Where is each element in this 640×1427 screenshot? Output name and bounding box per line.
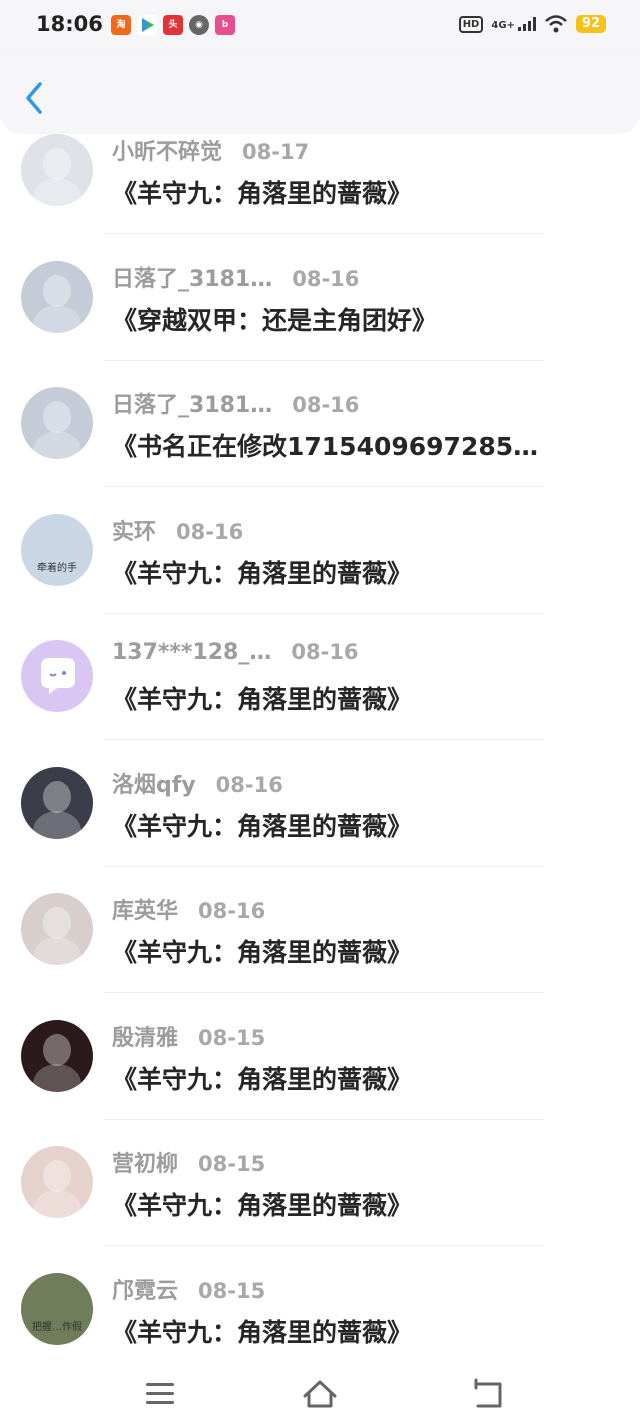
entry-meta: 邝霓云 08-15 <box>112 1273 265 1305</box>
entry-date: 08-16 <box>176 520 244 544</box>
list-item[interactable]: 日落了_3181… 08-16 《穿越双甲：还是主角团好》 <box>0 257 640 383</box>
back-button[interactable] <box>20 78 48 118</box>
entry-meta: 洛烟qfy 08-16 <box>112 767 283 799</box>
divider <box>104 1119 544 1120</box>
book-title[interactable]: 《羊守九：角落里的蔷薇》 <box>112 554 612 590</box>
list-item[interactable]: 洛烟qfy 08-16 《羊守九：角落里的蔷薇》 <box>0 763 640 889</box>
entry-meta: 137***128_… 08-16 <box>112 640 359 665</box>
entry-date: 08-16 <box>198 899 266 923</box>
avatar[interactable] <box>21 261 93 333</box>
divider <box>104 486 544 487</box>
book-title[interactable]: 《羊守九：角落里的蔷薇》 <box>112 1186 612 1222</box>
book-title[interactable]: 《羊守九：角落里的蔷薇》 <box>112 807 612 843</box>
entry-meta: 日落了_3181… 08-16 <box>112 261 359 293</box>
status-bar: 18:06 淘 头 ◉ b HD 4G+ 92 <box>0 0 640 50</box>
chevron-left-icon <box>26 82 42 114</box>
sound-icon: ◉ <box>189 15 209 35</box>
top-nav-bar <box>0 50 640 132</box>
home-button[interactable] <box>300 1374 340 1414</box>
user-name[interactable]: 邝霓云 <box>112 1273 178 1305</box>
signal-icon: 4G+ <box>491 17 536 31</box>
book-title[interactable]: 《羊守九：角落里的蔷薇》 <box>112 680 612 716</box>
user-name[interactable]: 营初柳 <box>112 1146 178 1178</box>
user-name[interactable]: 库英华 <box>112 893 178 925</box>
book-title[interactable]: 《羊守九：角落里的蔷薇》 <box>112 1060 612 1096</box>
entry-date: 08-17 <box>242 140 310 164</box>
entry-meta: 库英华 08-16 <box>112 893 265 925</box>
avatar[interactable] <box>21 1020 93 1092</box>
taobao-icon: 淘 <box>111 15 131 35</box>
user-name[interactable]: 小昕不碎觉 <box>112 134 222 166</box>
user-name[interactable]: 137***128_… <box>112 640 271 665</box>
entry-date: 08-16 <box>291 640 359 664</box>
status-time: 18:06 <box>36 12 103 36</box>
system-icons: HD 4G+ 92 <box>458 15 606 33</box>
nav-back-button[interactable] <box>468 1374 508 1414</box>
avatar[interactable]: 牵着的手 <box>21 514 93 586</box>
divider <box>104 360 544 361</box>
reader-list: 小昕不碎觉 08-17 《羊守九：角落里的蔷薇》 日落了_3181… 08-16 《穿越双… <box>0 0 640 1427</box>
list-item[interactable]: 日落了_3181… 08-16 《书名正在修改1715409697285… <box>0 383 640 509</box>
entry-meta: 营初柳 08-15 <box>112 1146 265 1178</box>
entry-date: 08-16 <box>292 393 360 417</box>
entry-date: 08-15 <box>198 1279 266 1303</box>
user-name[interactable]: 实环 <box>112 514 156 546</box>
list-item[interactable]: 库英华 08-16 《羊守九：角落里的蔷薇》 <box>0 889 640 1015</box>
menu-icon <box>146 1383 174 1404</box>
user-name[interactable]: 殷清雅 <box>112 1020 178 1052</box>
book-title[interactable]: 《羊守九：角落里的蔷薇》 <box>112 174 612 210</box>
avatar[interactable] <box>21 1146 93 1218</box>
book-title[interactable]: 《羊守九：角落里的蔷薇》 <box>112 933 612 969</box>
divider <box>104 739 544 740</box>
avatar-caption: 把握…作假 <box>32 1322 82 1333</box>
avatar-caption: 牵着的手 <box>37 563 77 574</box>
book-title[interactable]: 《书名正在修改1715409697285… <box>112 427 612 463</box>
divider <box>104 233 544 234</box>
avatar[interactable] <box>21 134 93 206</box>
entry-date: 08-15 <box>198 1152 266 1176</box>
wifi-icon <box>545 15 567 33</box>
avatar[interactable] <box>21 893 93 965</box>
list-item[interactable]: 殷清雅 08-15 《羊守九：角落里的蔷薇》 <box>0 1016 640 1142</box>
avatar[interactable] <box>21 640 93 712</box>
user-name[interactable]: 日落了_3181… <box>112 387 272 419</box>
play-icon <box>137 15 157 35</box>
divider <box>104 866 544 867</box>
back-icon <box>474 1378 502 1408</box>
avatar[interactable]: 把握…作假 <box>21 1273 93 1345</box>
notification-icons: 淘 头 ◉ b <box>111 15 235 35</box>
list-item[interactable]: 营初柳 08-15 《羊守九：角落里的蔷薇》 <box>0 1142 640 1268</box>
divider <box>104 613 544 614</box>
home-icon <box>303 1380 337 1408</box>
book-title[interactable]: 《羊守九：角落里的蔷薇》 <box>112 1313 612 1349</box>
entry-meta: 小昕不碎觉 08-17 <box>112 134 309 166</box>
entry-date: 08-16 <box>215 773 283 797</box>
list-item[interactable]: 牵着的手 实环 08-16 《羊守九：角落里的蔷薇》 <box>0 510 640 636</box>
avatar[interactable] <box>21 387 93 459</box>
avatar[interactable] <box>21 767 93 839</box>
user-name[interactable]: 日落了_3181… <box>112 261 272 293</box>
news-icon: 头 <box>163 15 183 35</box>
system-nav-bar <box>0 1362 640 1427</box>
hd-icon: HD <box>458 15 484 33</box>
battery-indicator: 92 <box>575 15 606 33</box>
entry-meta: 实环 08-16 <box>112 514 243 546</box>
menu-button[interactable] <box>140 1374 180 1414</box>
user-name[interactable]: 洛烟qfy <box>112 767 196 799</box>
list-item[interactable]: 137***128_… 08-16 《羊守九：角落里的蔷薇》 <box>0 636 640 762</box>
divider <box>104 1245 544 1246</box>
entry-meta: 日落了_3181… 08-16 <box>112 387 359 419</box>
book-title[interactable]: 《穿越双甲：还是主角团好》 <box>112 301 612 337</box>
divider <box>104 992 544 993</box>
bilibili-icon: b <box>215 15 235 35</box>
entry-meta: 殷清雅 08-15 <box>112 1020 265 1052</box>
list-item[interactable]: 小昕不碎觉 08-17 《羊守九：角落里的蔷薇》 <box>0 130 640 256</box>
entry-date: 08-16 <box>292 267 360 291</box>
entry-date: 08-15 <box>198 1026 266 1050</box>
